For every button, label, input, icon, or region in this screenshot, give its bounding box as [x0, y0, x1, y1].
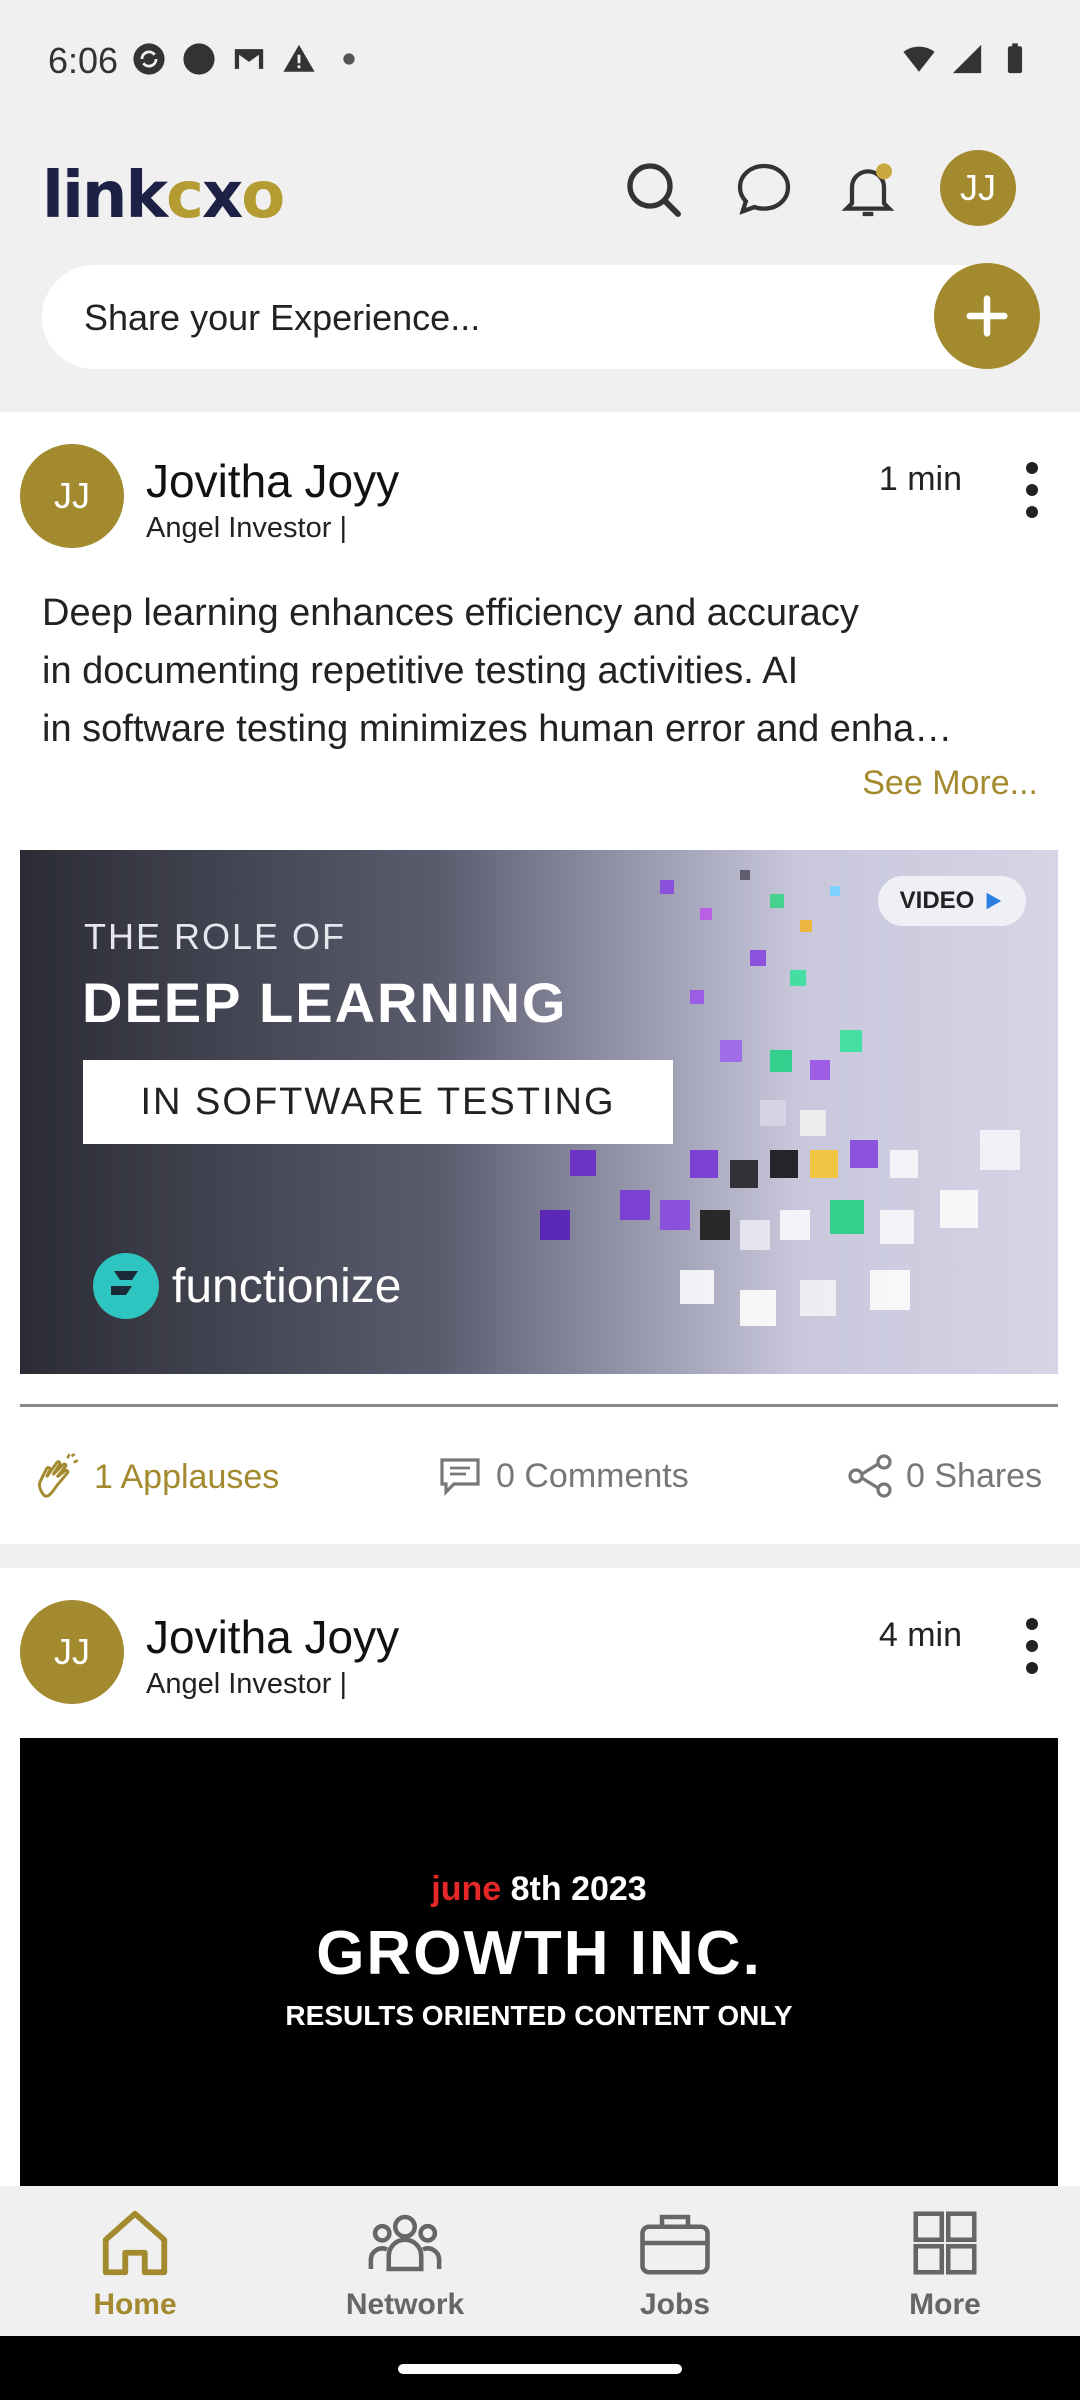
- profile-avatar[interactable]: JJ: [940, 150, 1016, 226]
- messages-button[interactable]: [724, 150, 804, 230]
- home-icon: [102, 2210, 168, 2276]
- media-line-role: THE ROLE OF: [84, 916, 347, 957]
- wifi-icon: [903, 46, 935, 72]
- event-date-day: 8th 2023: [501, 1870, 647, 1908]
- author-avatar[interactable]: JJ: [20, 444, 124, 548]
- grid-icon: [913, 2211, 977, 2275]
- nav-more-label: More: [909, 2288, 981, 2321]
- nav-network[interactable]: Network: [305, 2204, 505, 2322]
- post-actions: 1 Applauses 0 Comments 0 Shares: [0, 1442, 1080, 1522]
- post-time: 1 min: [878, 460, 962, 498]
- search-icon: [627, 163, 681, 217]
- post-card: JJ Jovitha Joyy Angel Investor | 4 min j…: [0, 1568, 1080, 2188]
- logo-part: o: [241, 159, 285, 233]
- app-header: link c x o JJ Share your Experience...: [0, 120, 1080, 410]
- kebab-dot: [1026, 506, 1038, 518]
- media-line-software-testing: IN SOFTWARE TESTING: [140, 1080, 616, 1123]
- kebab-dot: [1026, 484, 1038, 496]
- status-time: 6:06: [48, 40, 119, 81]
- author-role: Angel Investor |: [146, 1668, 347, 1700]
- nav-network-label: Network: [345, 2288, 465, 2321]
- chat-bubble-icon: [737, 163, 791, 215]
- author-name[interactable]: Jovitha Joyy: [146, 1610, 399, 1664]
- plus-icon: [966, 295, 1008, 337]
- functionize-brand: functionize: [90, 1250, 401, 1322]
- kebab-dot: [1026, 1640, 1038, 1652]
- logo-part: link: [42, 159, 168, 233]
- applause-count: 1 Applauses: [94, 1457, 280, 1496]
- media-subtitle-box: IN SOFTWARE TESTING: [83, 1060, 673, 1144]
- video-badge-label: VIDEO: [899, 887, 975, 914]
- logo-part: c: [166, 159, 204, 233]
- video-badge: VIDEO: [878, 876, 1026, 926]
- search-button[interactable]: [614, 150, 694, 230]
- share-icon: [848, 1454, 892, 1498]
- clap-icon: [38, 1453, 79, 1498]
- event-date-month: june: [431, 1870, 502, 1908]
- share-button[interactable]: 0 Shares: [846, 1452, 1042, 1500]
- kebab-dot: [1026, 1662, 1038, 1674]
- applause-button[interactable]: 1 Applauses: [32, 1452, 279, 1502]
- share-placeholder: Share your Experience...: [84, 297, 481, 338]
- status-bar: 6:06: [0, 0, 1080, 120]
- post-divider: [20, 1404, 1058, 1407]
- nav-home[interactable]: Home: [35, 2204, 235, 2322]
- author-name[interactable]: Jovitha Joyy: [146, 454, 399, 508]
- logo-part: x: [201, 159, 243, 233]
- event-date: june 8th 2023: [20, 1870, 1058, 1909]
- comment-icon: [440, 1458, 480, 1496]
- post-card: JJ Jovitha Joyy Angel Investor | 1 min D…: [0, 412, 1080, 1544]
- post-body: Deep learning enhances efficiency and ac…: [42, 584, 1042, 758]
- post-text-line: Deep learning enhances efficiency and ac…: [42, 592, 859, 634]
- functionize-logo-icon: [93, 1253, 159, 1319]
- sync-icon: [133, 43, 165, 75]
- linkcxo-logo[interactable]: link c x o: [42, 158, 285, 234]
- dot-icon: [343, 53, 355, 65]
- share-experience-input[interactable]: Share your Experience...: [42, 263, 1040, 369]
- event-subtitle: RESULTS ORIENTED CONTENT ONLY: [285, 2000, 793, 2031]
- bottom-navigation: Home Network Jobs More: [0, 2186, 1080, 2336]
- bell-icon: [841, 163, 895, 217]
- create-post-button[interactable]: [934, 263, 1040, 369]
- post-media-image[interactable]: june 8th 2023 GROWTH INC. RESULTS ORIENT…: [20, 1738, 1058, 2188]
- play-icon: [986, 892, 1002, 910]
- nav-jobs[interactable]: Jobs: [575, 2204, 775, 2322]
- battery-icon: [1007, 43, 1023, 74]
- functionize-text: functionize: [172, 1259, 402, 1313]
- nav-more[interactable]: More: [845, 2204, 1045, 2322]
- people-icon: [368, 2214, 442, 2272]
- kebab-dot: [1026, 462, 1038, 474]
- post-media-video[interactable]: THE ROLE OF DEEP LEARNING IN SOFTWARE TE…: [20, 850, 1058, 1374]
- event-title: GROWTH INC.: [316, 1919, 762, 1988]
- briefcase-icon: [640, 2214, 710, 2275]
- media-line-deep-learning: DEEP LEARNING: [82, 971, 568, 1034]
- warning-icon: [283, 44, 315, 72]
- shares-count: 0 Shares: [906, 1456, 1043, 1495]
- post-text-line: in software testing minimizes human erro…: [42, 708, 953, 750]
- home-indicator[interactable]: [398, 2364, 682, 2374]
- author-avatar[interactable]: JJ: [20, 1600, 124, 1704]
- circle-icon: [183, 43, 215, 75]
- post-options-button[interactable]: [1012, 1606, 1052, 1686]
- nav-jobs-label: Jobs: [639, 2288, 711, 2321]
- post-options-button[interactable]: [1012, 450, 1052, 530]
- signal-icon: [952, 44, 982, 74]
- notifications-button[interactable]: [828, 150, 908, 230]
- gesture-bar: [0, 2336, 1080, 2400]
- comments-count: 0 Comments: [496, 1456, 689, 1495]
- kebab-dot: [1026, 1618, 1038, 1630]
- author-role: Angel Investor |: [146, 512, 347, 544]
- nav-home-label: Home: [93, 2288, 177, 2321]
- comments-button[interactable]: 0 Comments: [436, 1452, 689, 1500]
- post-text-line: in documenting repetitive testing activi…: [42, 650, 799, 692]
- see-more-link[interactable]: See More...: [862, 764, 1038, 803]
- post-time: 4 min: [878, 1616, 962, 1654]
- gmail-icon: [234, 49, 264, 69]
